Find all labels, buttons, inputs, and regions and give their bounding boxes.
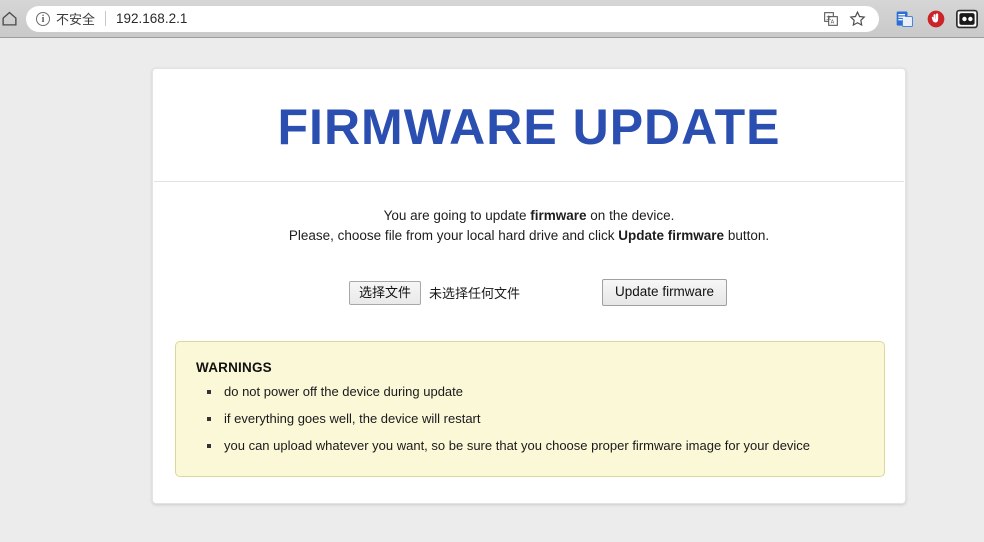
info-circle-icon: i (36, 11, 50, 26)
page-title: FIRMWARE UPDATE (277, 99, 781, 155)
browser-toolbar: i 不安全 192.168.2.1 文 A (0, 0, 984, 38)
file-input[interactable]: 选择文件 未选择任何文件 (349, 280, 521, 305)
intro-text: You are going to update firmware on the … (153, 182, 905, 246)
url-text[interactable]: 192.168.2.1 (116, 11, 187, 26)
warnings-box: WARNINGS do not power off the device dur… (175, 341, 885, 477)
firmware-update-panel: FIRMWARE UPDATE You are going to update … (152, 68, 906, 504)
update-firmware-button[interactable]: Update firmware (602, 279, 728, 306)
list-item: you can upload whatever you want, so be … (222, 436, 864, 456)
lastpass-extension-icon[interactable] (956, 8, 978, 30)
page-viewport: FIRMWARE UPDATE You are going to update … (0, 38, 984, 542)
intro-line-2-post: button. (724, 228, 770, 243)
list-item: do not power off the device during updat… (222, 382, 864, 402)
warnings-list: do not power off the device during updat… (196, 382, 864, 456)
address-bar[interactable]: i 不安全 192.168.2.1 文 A (26, 5, 879, 32)
office-extension-icon[interactable] (894, 8, 916, 30)
warnings-title: WARNINGS (196, 360, 272, 375)
home-icon (1, 10, 18, 27)
intro-line-2-bold: Update firmware (618, 228, 725, 243)
selected-file-name: 未选择任何文件 (429, 286, 521, 301)
translate-icon[interactable]: 文 A (819, 7, 843, 31)
intro-line-1-post: on the device. (586, 208, 675, 223)
bookmark-star-icon[interactable] (845, 7, 869, 31)
intro-line-1: You are going to update firmware on the … (153, 206, 905, 226)
omnibox-divider (105, 11, 107, 26)
list-item: if everything goes well, the device will… (222, 409, 864, 429)
intro-line-2-pre: Please, choose file from your local hard… (288, 228, 619, 243)
intro-line-2: Please, choose file from your local hard… (153, 226, 905, 246)
security-status-label: 不安全 (56, 12, 96, 27)
security-status-chip[interactable]: i 不安全 (36, 9, 95, 28)
firmware-form: 选择文件 未选择任何文件 Update firmware (153, 246, 905, 306)
extension-icons (885, 8, 984, 30)
intro-line-1-pre: You are going to update (383, 208, 531, 223)
home-button[interactable] (0, 6, 22, 32)
svg-text:A: A (831, 19, 835, 25)
adblock-extension-icon[interactable] (925, 8, 947, 30)
intro-line-1-bold: firmware (530, 208, 587, 223)
choose-file-button[interactable]: 选择文件 (349, 280, 422, 305)
